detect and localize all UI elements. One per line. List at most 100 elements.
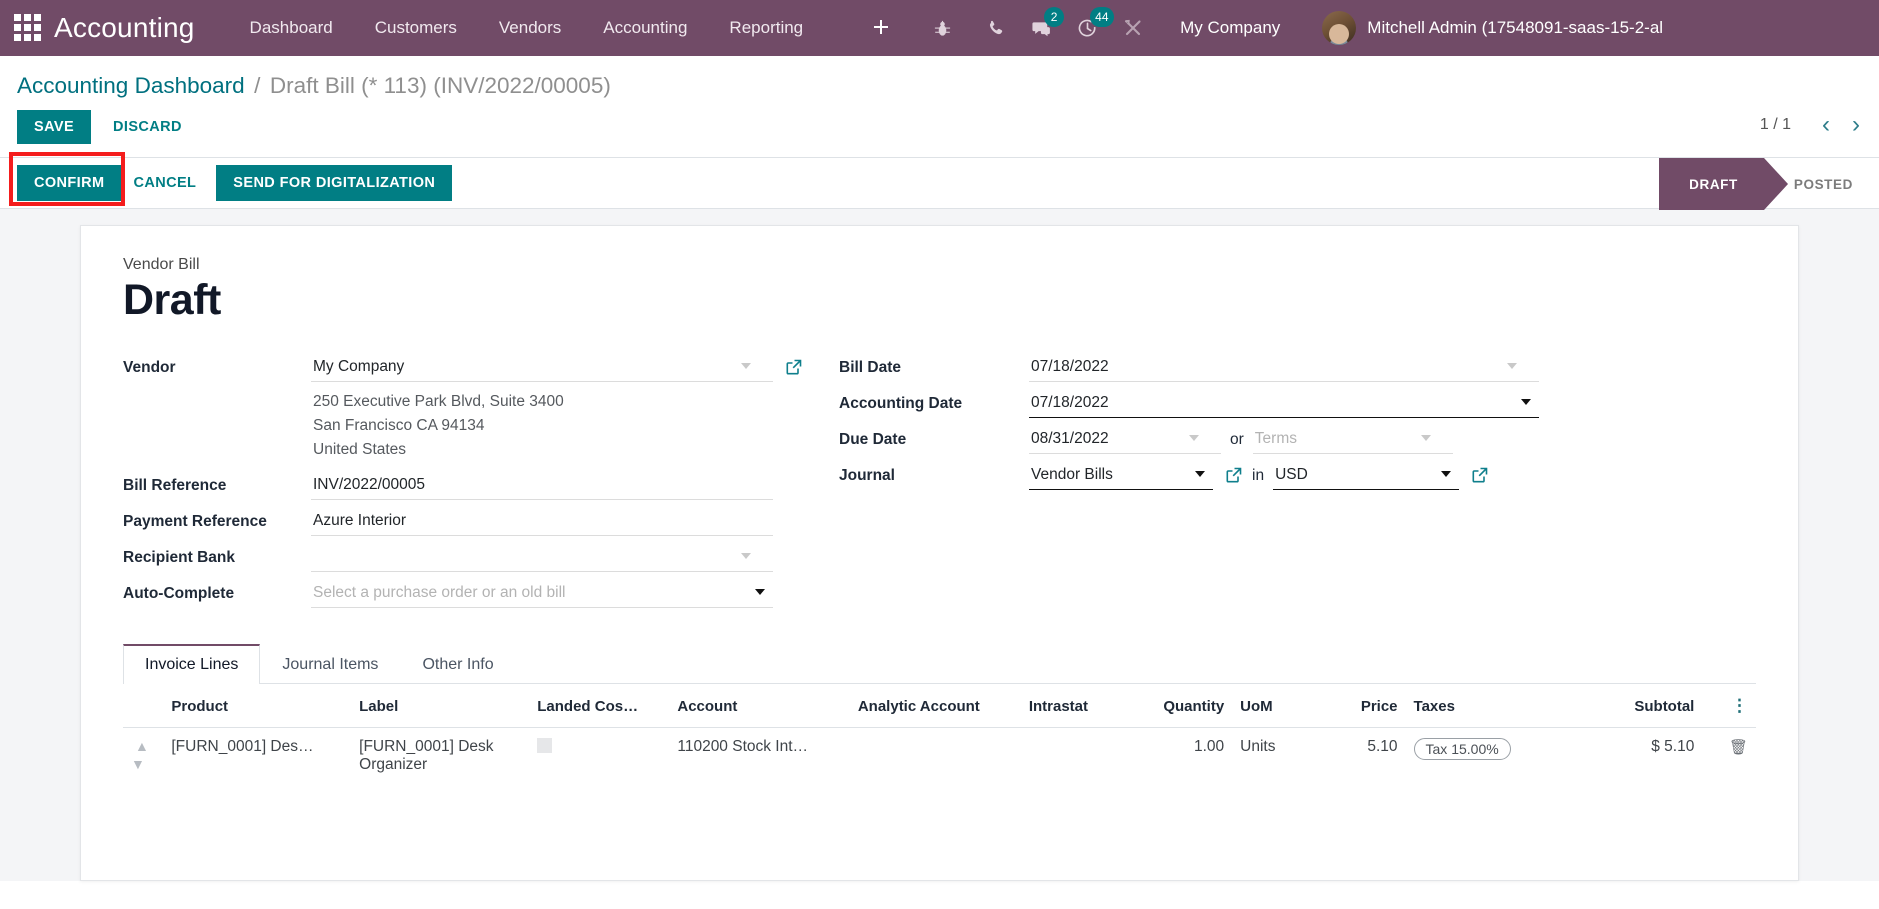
bill-reference-input[interactable] bbox=[311, 472, 773, 501]
currency-in-label: in bbox=[1252, 467, 1265, 485]
cell-taxes[interactable]: Tax 15.00% bbox=[1406, 728, 1560, 785]
field-vendor: Vendor bbox=[123, 354, 803, 384]
status-draft[interactable]: DRAFT bbox=[1659, 158, 1788, 210]
col-uom[interactable]: UoM bbox=[1232, 684, 1323, 729]
accounting-date-input[interactable] bbox=[1029, 390, 1539, 419]
pager-next-icon[interactable]: › bbox=[1843, 111, 1869, 139]
breadcrumb-root-link[interactable]: Accounting Dashboard bbox=[17, 73, 245, 98]
currency-dropdown-caret-icon[interactable] bbox=[1441, 471, 1452, 478]
recipient-bank-dropdown-caret-icon[interactable] bbox=[741, 553, 751, 560]
cell-quantity[interactable]: 1.00 bbox=[1130, 728, 1232, 785]
discard-button[interactable]: DISCARD bbox=[99, 110, 196, 144]
user-menu[interactable]: Mitchell Admin (17548091-saas-15-2-al bbox=[1322, 11, 1663, 45]
phone-icon[interactable] bbox=[972, 0, 1018, 56]
cell-uom[interactable]: Units bbox=[1232, 728, 1322, 785]
drag-handle-cell[interactable]: ▲ ▼ bbox=[123, 728, 163, 785]
nav-item-reporting[interactable]: Reporting bbox=[708, 0, 824, 56]
tab-invoice-lines[interactable]: Invoice Lines bbox=[123, 644, 261, 685]
nav-item-customers[interactable]: Customers bbox=[354, 0, 478, 56]
journal-dropdown-caret-icon[interactable] bbox=[1195, 471, 1205, 478]
accounting-date-label: Accounting Date bbox=[839, 395, 963, 413]
apps-grid-icon[interactable] bbox=[14, 14, 42, 42]
tab-journal-items[interactable]: Journal Items bbox=[260, 644, 400, 684]
vertical-dots-icon[interactable]: ⋮ bbox=[1731, 696, 1748, 715]
breadcrumb: Accounting Dashboard / Draft Bill (* 113… bbox=[0, 56, 1879, 99]
bill-date-input[interactable] bbox=[1029, 354, 1539, 383]
tax-badge[interactable]: Tax 15.00% bbox=[1413, 738, 1511, 761]
notebook-tabs: Invoice Lines Journal Items Other Info bbox=[123, 644, 1756, 685]
recipient-bank-label: Recipient Bank bbox=[123, 549, 235, 567]
messages-icon[interactable]: 2 bbox=[1018, 0, 1065, 56]
col-quantity[interactable]: Quantity bbox=[1130, 684, 1233, 729]
wrench-tools-icon[interactable] bbox=[1110, 0, 1156, 56]
breadcrumb-current: Draft Bill (* 113) (INV/2022/00005) bbox=[269, 73, 611, 98]
landed-cost-checkbox[interactable] bbox=[537, 738, 553, 754]
col-label[interactable]: Label bbox=[351, 684, 530, 729]
cell-delete[interactable]: 🗑 bbox=[1702, 728, 1756, 785]
document-type-label: Vendor Bill bbox=[123, 256, 200, 273]
col-account[interactable]: Account bbox=[669, 684, 850, 729]
activities-clock-icon[interactable]: 44 bbox=[1064, 0, 1114, 56]
cell-product[interactable]: [FURN_0001] Des… bbox=[163, 728, 351, 785]
col-analytic-account[interactable]: Analytic Account bbox=[849, 684, 1021, 729]
save-button[interactable]: SAVE bbox=[17, 110, 92, 144]
journal-internal-link-icon[interactable] bbox=[1225, 462, 1243, 489]
col-landed-cost[interactable]: Landed Cos… bbox=[529, 684, 670, 729]
auto-complete-dropdown-caret-icon[interactable] bbox=[755, 589, 765, 596]
table-header-row: Product Label Landed Cos… Account Analyt… bbox=[123, 684, 1756, 729]
col-product[interactable]: Product bbox=[163, 684, 352, 729]
pager-count: 1 / 1 bbox=[1759, 116, 1791, 133]
auto-complete-input[interactable] bbox=[311, 580, 773, 609]
cell-intrastat[interactable] bbox=[1021, 728, 1130, 785]
form-right-column: Bill Date Accounting Date Due Date bbox=[839, 354, 1539, 616]
payment-reference-input[interactable] bbox=[311, 508, 773, 537]
due-date-dropdown-caret-icon[interactable] bbox=[1189, 435, 1199, 442]
tab-other-info[interactable]: Other Info bbox=[400, 644, 515, 684]
cell-account[interactable]: 110200 Stock Int… bbox=[669, 728, 849, 785]
vendor-dropdown-caret-icon[interactable] bbox=[741, 363, 751, 370]
payment-terms-dropdown-caret-icon[interactable] bbox=[1420, 435, 1431, 442]
accounting-date-dropdown-caret-icon[interactable] bbox=[1521, 399, 1531, 406]
bill-date-dropdown-caret-icon[interactable] bbox=[1507, 363, 1517, 370]
vendor-internal-link-icon[interactable] bbox=[785, 354, 803, 381]
journal-input[interactable] bbox=[1029, 462, 1213, 491]
due-date-label: Due Date bbox=[839, 431, 907, 449]
action-statusbar: CONFIRM CANCEL SEND FOR DIGITALIZATION D… bbox=[0, 152, 1879, 210]
form-columns: Vendor 250 Executive Park Blvd, Suite 34… bbox=[123, 354, 1756, 616]
pager-previous-icon[interactable]: ‹ bbox=[1813, 111, 1839, 139]
cell-analytic-account[interactable] bbox=[850, 728, 1021, 785]
record-controls: SAVE DISCARD 1 / 1 ‹ › bbox=[0, 99, 1879, 157]
breadcrumb-separator: / bbox=[254, 73, 261, 98]
bug-icon[interactable] bbox=[912, 0, 972, 56]
cell-label[interactable]: [FURN_0001] Desk Organizer bbox=[351, 728, 529, 785]
drag-handle-icon[interactable]: ▲ ▼ bbox=[131, 738, 149, 772]
record-pager: 1 / 1 ‹ › bbox=[1760, 111, 1869, 139]
app-brand-title[interactable]: Accounting bbox=[54, 12, 195, 44]
col-taxes[interactable]: Taxes bbox=[1405, 684, 1560, 729]
col-subtotal[interactable]: Subtotal bbox=[1559, 684, 1703, 729]
trash-icon[interactable]: 🗑 bbox=[1729, 739, 1748, 756]
send-for-digitalization-button[interactable]: SEND FOR DIGITALIZATION bbox=[216, 165, 453, 201]
plus-icon[interactable] bbox=[850, 0, 912, 56]
nav-item-dashboard[interactable]: Dashboard bbox=[229, 0, 354, 56]
cancel-button[interactable]: CANCEL bbox=[121, 165, 208, 201]
nav-item-vendors[interactable]: Vendors bbox=[478, 0, 582, 56]
status-posted[interactable]: POSTED bbox=[1764, 158, 1879, 210]
auto-complete-label: Auto-Complete bbox=[123, 585, 235, 603]
confirm-button[interactable]: CONFIRM bbox=[17, 165, 122, 201]
table-row[interactable]: ▲ ▼ [FURN_0001] Des… [FURN_0001] Desk Org… bbox=[123, 727, 1756, 785]
cell-price[interactable]: 5.10 bbox=[1322, 728, 1405, 785]
vendor-input[interactable] bbox=[311, 354, 773, 383]
field-due-date: Due Date or bbox=[839, 426, 1539, 456]
col-price[interactable]: Price bbox=[1322, 684, 1406, 729]
messages-badge: 2 bbox=[1044, 7, 1065, 27]
field-journal: Journal in bbox=[839, 462, 1539, 492]
nav-item-accounting[interactable]: Accounting bbox=[582, 0, 708, 56]
currency-input[interactable] bbox=[1273, 462, 1460, 491]
col-intrastat[interactable]: Intrastat bbox=[1020, 684, 1131, 729]
currency-internal-link-icon[interactable] bbox=[1471, 462, 1489, 489]
company-switcher[interactable]: My Company bbox=[1180, 18, 1280, 38]
cell-landed-cost[interactable] bbox=[529, 728, 669, 785]
recipient-bank-input[interactable] bbox=[311, 544, 773, 573]
form-background: Vendor Bill Draft Vendor My Company 250 … bbox=[0, 209, 1879, 881]
